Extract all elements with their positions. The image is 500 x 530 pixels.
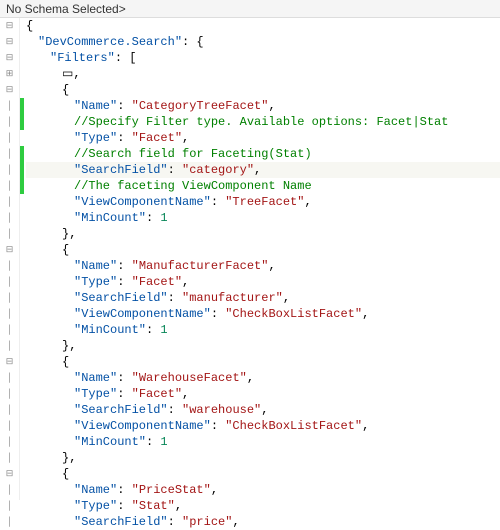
- filter-close[interactable]: },: [26, 338, 500, 354]
- prop-searchfield[interactable]: "SearchField": "price",: [26, 514, 500, 530]
- json-editor[interactable]: ⊟⊟⊟⊞⊟│││││││││⊟││││││⊟││││││⊟│││ {"DevCo…: [0, 18, 500, 500]
- collapse-icon[interactable]: ⊟: [0, 50, 19, 66]
- gutter-pipe: │: [0, 114, 19, 130]
- gutter-pipe: │: [0, 386, 19, 402]
- comment-line[interactable]: //Search field for Faceting(Stat): [26, 146, 500, 162]
- comment-line[interactable]: //Specify Filter type. Available options…: [26, 114, 500, 130]
- gutter-pipe: │: [0, 130, 19, 146]
- gutter-pipe: │: [0, 418, 19, 434]
- schema-title: No Schema Selected>: [6, 2, 126, 16]
- prop-type[interactable]: "Type": "Facet",: [26, 130, 500, 146]
- change-marker: [20, 514, 24, 530]
- gutter-pipe: │: [0, 210, 19, 226]
- gutter-pipe: │: [0, 162, 19, 178]
- fold-gutter[interactable]: ⊟⊟⊟⊞⊟│││││││││⊟││││││⊟││││││⊟│││: [0, 18, 20, 500]
- prop-mincount[interactable]: "MinCount": 1: [26, 210, 500, 226]
- gutter-pipe: │: [0, 370, 19, 386]
- prop-name[interactable]: "Name": "PriceStat",: [26, 482, 500, 498]
- collapsed-item[interactable]: ▭,: [26, 66, 500, 82]
- filter-open[interactable]: {: [26, 242, 500, 258]
- prop-searchfield[interactable]: "SearchField": "manufacturer",: [26, 290, 500, 306]
- gutter-pipe: │: [0, 498, 19, 514]
- collapse-icon[interactable]: ⊟: [0, 18, 19, 34]
- root-key[interactable]: "DevCommerce.Search": {: [26, 34, 500, 50]
- gutter-pipe: │: [0, 194, 19, 210]
- change-marker: [20, 498, 24, 514]
- prop-name[interactable]: "Name": "WarehouseFacet",: [26, 370, 500, 386]
- filter-close[interactable]: },: [26, 226, 500, 242]
- gutter-pipe: │: [0, 322, 19, 338]
- comment-line[interactable]: //The faceting ViewComponent Name: [26, 178, 500, 194]
- expand-icon[interactable]: ⊞: [0, 66, 19, 82]
- prop-vcn[interactable]: "ViewComponentName": "TreeFacet",: [26, 194, 500, 210]
- prop-name[interactable]: "Name": "ManufacturerFacet",: [26, 258, 500, 274]
- gutter-pipe: │: [0, 338, 19, 354]
- schema-header: No Schema Selected>: [0, 0, 500, 18]
- collapse-icon[interactable]: ⊟: [0, 82, 19, 98]
- prop-vcn[interactable]: "ViewComponentName": "CheckBoxListFacet"…: [26, 306, 500, 322]
- gutter-pipe: │: [0, 434, 19, 450]
- filter-open[interactable]: {: [26, 466, 500, 482]
- gutter-pipe: │: [0, 98, 19, 114]
- prop-type[interactable]: "Type": "Facet",: [26, 274, 500, 290]
- gutter-pipe: │: [0, 450, 19, 466]
- root-open[interactable]: {: [26, 18, 500, 34]
- prop-searchfield[interactable]: "SearchField": "category",: [26, 162, 500, 178]
- prop-searchfield[interactable]: "SearchField": "warehouse",: [26, 402, 500, 418]
- gutter-pipe: │: [0, 482, 19, 498]
- code-area[interactable]: {"DevCommerce.Search": {"Filters": [▭,{"…: [24, 18, 500, 500]
- gutter-pipe: │: [0, 146, 19, 162]
- gutter-pipe: │: [0, 274, 19, 290]
- gutter-pipe: │: [0, 178, 19, 194]
- gutter-pipe: │: [0, 290, 19, 306]
- collapse-icon[interactable]: ⊟: [0, 354, 19, 370]
- collapse-icon[interactable]: ⊟: [0, 466, 19, 482]
- filter-open[interactable]: {: [26, 82, 500, 98]
- collapse-icon[interactable]: ⊟: [0, 34, 19, 50]
- prop-vcn[interactable]: "ViewComponentName": "CheckBoxListFacet"…: [26, 418, 500, 434]
- prop-mincount[interactable]: "MinCount": 1: [26, 322, 500, 338]
- gutter-pipe: │: [0, 514, 19, 530]
- filter-open[interactable]: {: [26, 354, 500, 370]
- gutter-pipe: │: [0, 226, 19, 242]
- collapse-icon[interactable]: ⊟: [0, 242, 19, 258]
- prop-type[interactable]: "Type": "Stat",: [26, 498, 500, 514]
- prop-name[interactable]: "Name": "CategoryTreeFacet",: [26, 98, 500, 114]
- filters-key[interactable]: "Filters": [: [26, 50, 500, 66]
- filter-close[interactable]: },: [26, 450, 500, 466]
- prop-type[interactable]: "Type": "Facet",: [26, 386, 500, 402]
- gutter-pipe: │: [0, 306, 19, 322]
- gutter-pipe: │: [0, 258, 19, 274]
- gutter-pipe: │: [0, 402, 19, 418]
- prop-mincount[interactable]: "MinCount": 1: [26, 434, 500, 450]
